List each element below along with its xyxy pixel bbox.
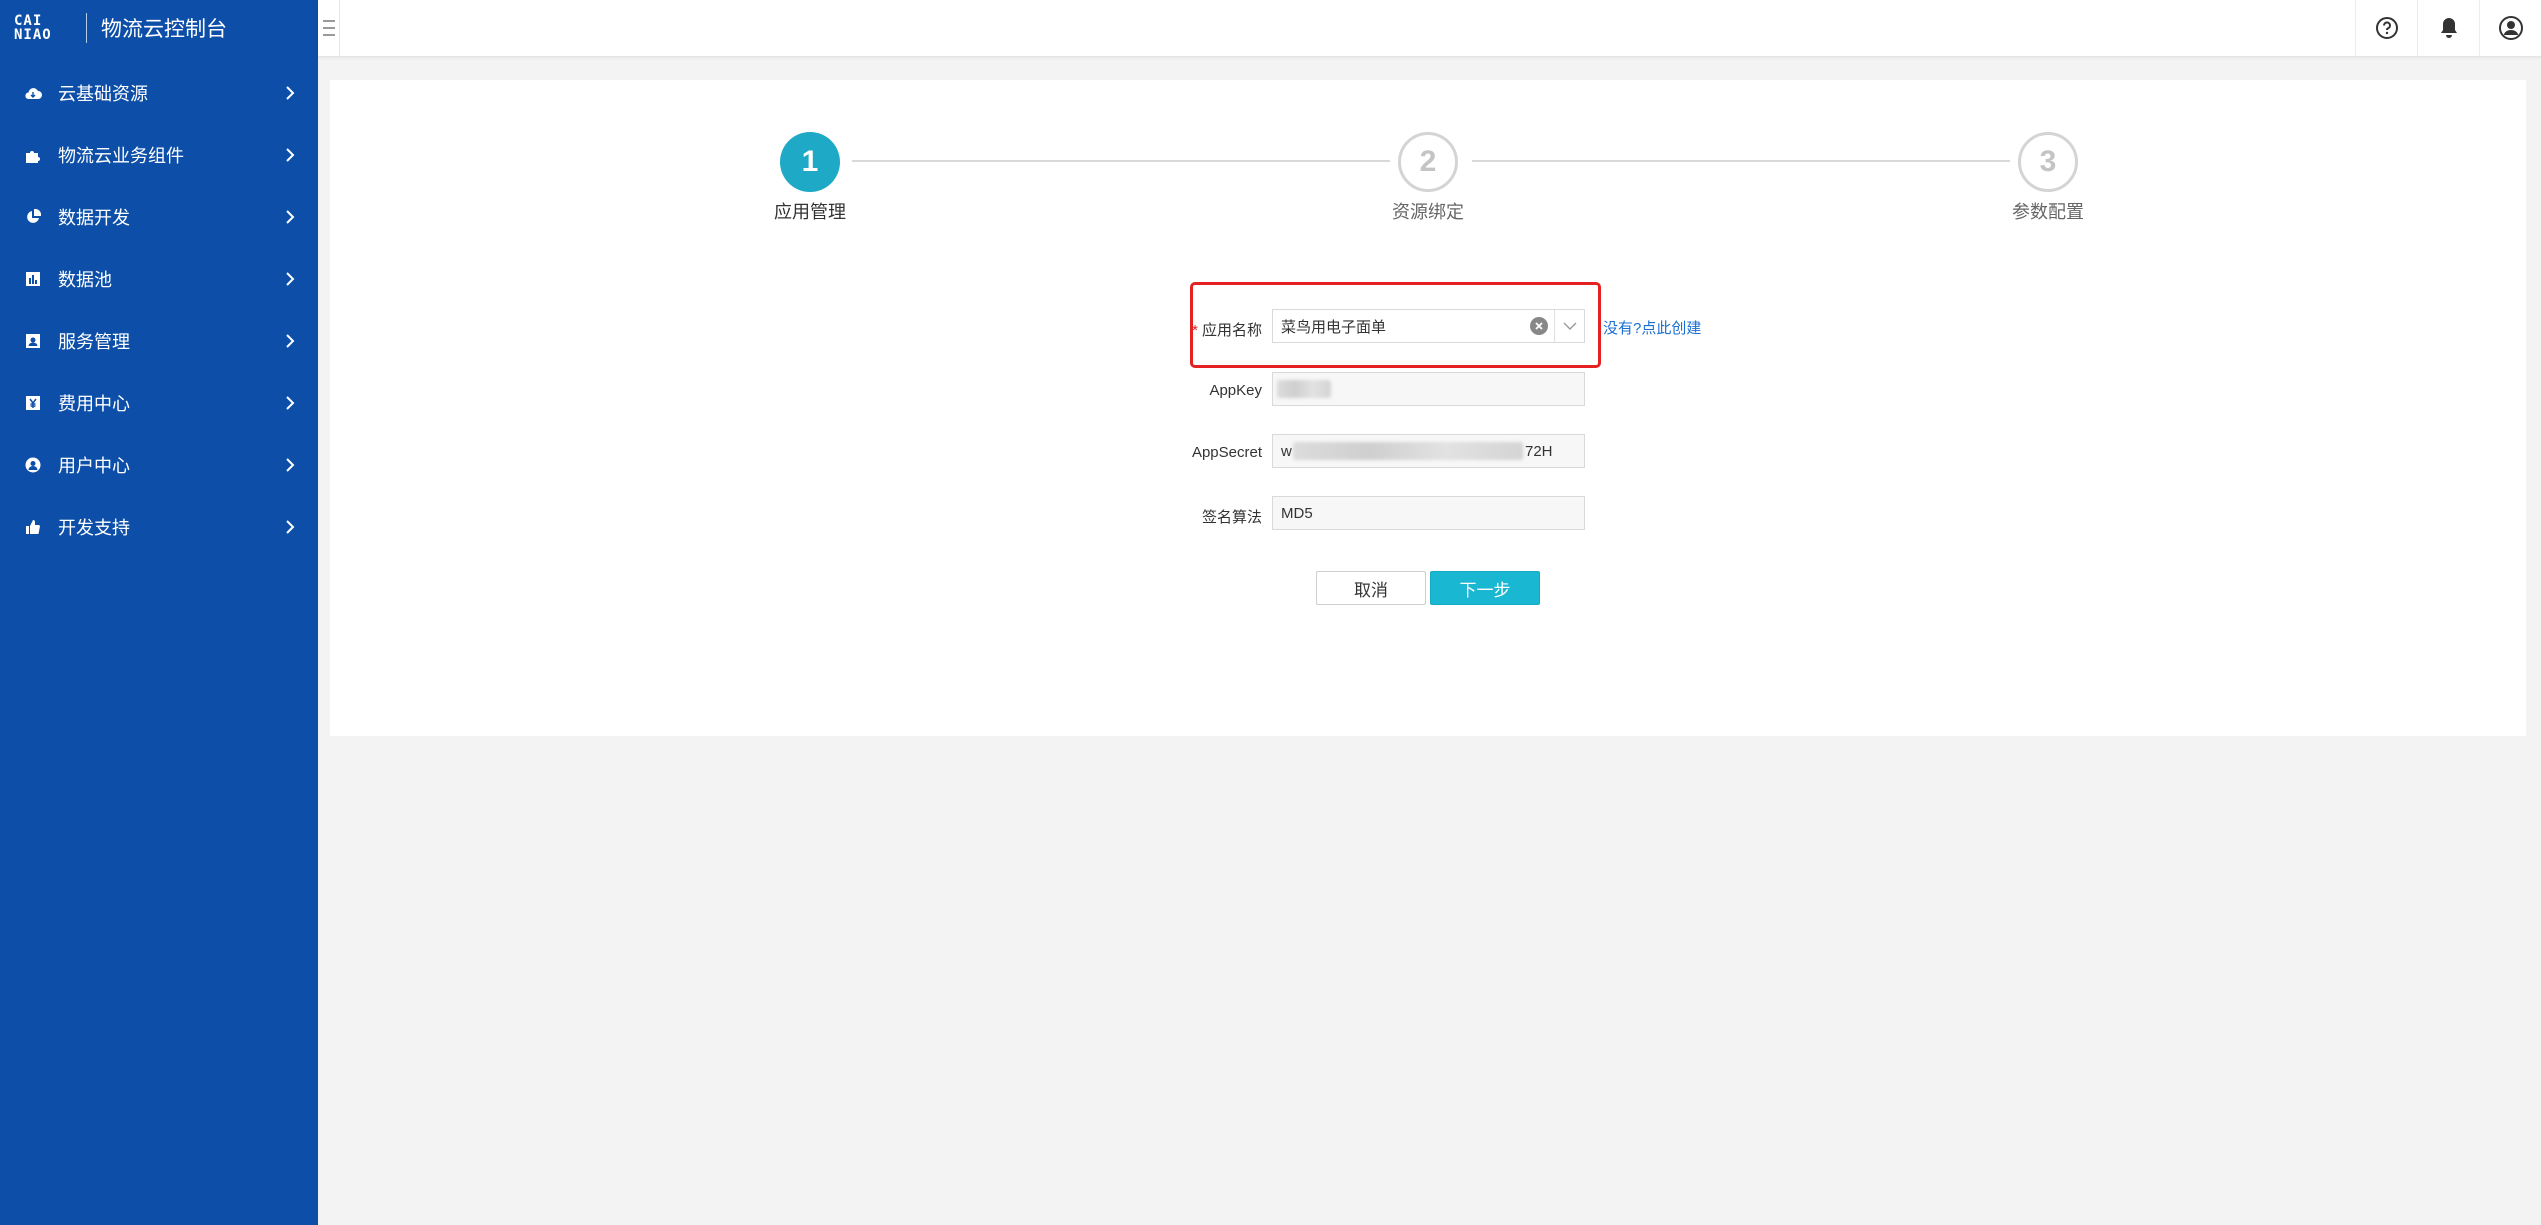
brand: CAI NIAO 物流云控制台 [0, 0, 318, 56]
bar-chart-icon [24, 270, 42, 288]
id-card-icon [24, 332, 42, 350]
clear-icon[interactable] [1530, 317, 1548, 335]
sidebar-item-business-components[interactable]: 物流云业务组件 [0, 124, 318, 186]
pie-chart-icon [24, 208, 42, 226]
chevron-down-icon[interactable] [1554, 310, 1584, 342]
app-name-select[interactable]: 菜鸟用电子面单 [1272, 309, 1585, 343]
app-secret-label: AppSecret [1191, 444, 1262, 461]
app-key-label: AppKey [1209, 382, 1262, 399]
top-bar [318, 0, 2541, 57]
step-connector [852, 160, 1390, 162]
cancel-button[interactable]: 取消 [1316, 571, 1426, 605]
chevron-right-icon [280, 207, 300, 227]
thumbs-up-icon [24, 518, 42, 536]
required-mark: * [1192, 322, 1198, 339]
sidebar-item-service-management[interactable]: 服务管理 [0, 310, 318, 372]
logo-line-1: CAI [14, 13, 43, 29]
redacted-value [1277, 380, 1331, 398]
help-icon[interactable] [2355, 0, 2417, 56]
app-name-label-text: 应用名称 [1201, 322, 1262, 339]
sidebar-item-dev-support[interactable]: 开发支持 [0, 496, 318, 558]
sign-method-label: 签名算法 [1201, 509, 1262, 526]
top-icon-group [2355, 0, 2541, 56]
step-2-label: 资源绑定 [1392, 202, 1464, 222]
sidebar-menu: 云基础资源 物流云业务组件 数据开发 数据池 服务管理 费用中心 用户中心 开发… [0, 62, 318, 558]
bell-icon[interactable] [2417, 0, 2479, 56]
sign-method-field[interactable]: MD5 [1272, 496, 1585, 530]
sidebar: CAI NIAO 物流云控制台 云基础资源 物流云业务组件 数据开发 数据池 服… [0, 0, 318, 1225]
app-name-value: 菜鸟用电子面单 [1281, 318, 1387, 336]
sidebar-item-label: 用户中心 [58, 456, 130, 476]
app-secret-field[interactable]: w 72H [1272, 434, 1585, 468]
sidebar-item-label: 服务管理 [58, 332, 130, 352]
user-circle-icon [24, 456, 42, 474]
step-2-circle: 2 [1398, 132, 1458, 192]
puzzle-icon [24, 146, 42, 164]
chevron-right-icon [280, 331, 300, 351]
sidebar-item-label: 云基础资源 [58, 84, 148, 104]
sidebar-item-cloud-resources[interactable]: 云基础资源 [0, 62, 318, 124]
sidebar-item-label: 开发支持 [58, 518, 130, 538]
cloud-icon [24, 84, 42, 102]
yen-icon [24, 394, 42, 412]
step-1-label: 应用管理 [774, 202, 846, 222]
user-icon[interactable] [2479, 0, 2541, 56]
chevron-right-icon [280, 145, 300, 165]
chevron-right-icon [280, 393, 300, 413]
app-secret-suffix: 72H [1525, 442, 1553, 460]
step-connector [1472, 160, 2010, 162]
cainiao-logo: CAI NIAO [14, 13, 62, 43]
logo-line-2: NIAO [14, 27, 52, 43]
sidebar-item-label: 数据池 [58, 270, 112, 290]
next-step-button[interactable]: 下一步 [1430, 571, 1540, 605]
sidebar-item-label: 数据开发 [58, 208, 130, 228]
sidebar-item-data-pool[interactable]: 数据池 [0, 248, 318, 310]
step-3-label: 参数配置 [2012, 202, 2084, 222]
step-3-circle: 3 [2018, 132, 2078, 192]
step-1-circle: 1 [780, 132, 840, 192]
sign-method-value: MD5 [1281, 504, 1313, 522]
sidebar-item-label: 物流云业务组件 [58, 146, 184, 166]
sidebar-toggle-icon[interactable] [318, 0, 340, 56]
console-title: 物流云控制台 [101, 18, 227, 41]
app-secret-prefix: w [1281, 442, 1292, 460]
redacted-value [1293, 442, 1523, 460]
app-name-label: * 应用名称 [1102, 319, 1262, 340]
sidebar-item-data-development[interactable]: 数据开发 [0, 186, 318, 248]
chevron-right-icon [280, 83, 300, 103]
sidebar-item-billing-center[interactable]: 费用中心 [0, 372, 318, 434]
chevron-right-icon [280, 517, 300, 537]
app-key-field[interactable] [1272, 372, 1585, 406]
chevron-right-icon [280, 455, 300, 475]
step-indicator: 1 应用管理 2 资源绑定 3 参数配置 [330, 80, 2526, 230]
create-app-link[interactable]: 没有?点此创建 [1603, 317, 1701, 338]
main-panel: 1 应用管理 2 资源绑定 3 参数配置 * 应用名称 菜鸟用电子面单 没有?点此… [330, 80, 2526, 736]
brand-divider [86, 13, 87, 43]
sidebar-item-label: 费用中心 [58, 394, 130, 414]
chevron-right-icon [280, 269, 300, 289]
sidebar-item-user-center[interactable]: 用户中心 [0, 434, 318, 496]
